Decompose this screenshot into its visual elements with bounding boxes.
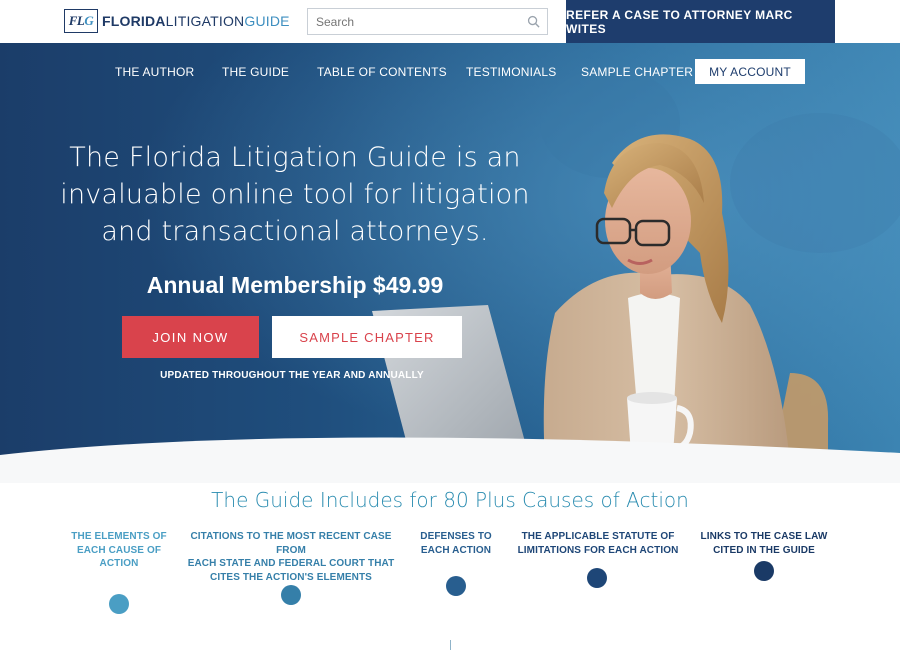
feature-dot [446, 576, 466, 596]
feature-dot [754, 561, 774, 581]
feature-line: THE ELEMENTS OF [71, 531, 167, 542]
feature-case-law-links: LINKS TO THE CASE LAW CITED IN THE GUIDE [692, 530, 836, 557]
feature-dot [109, 594, 129, 614]
join-now-button[interactable]: JOIN NOW [122, 316, 259, 358]
feature-line: THE APPLICABLE STATUTE OF [521, 531, 675, 542]
hero-woman-laptop-image [0, 43, 900, 483]
nav-the-guide[interactable]: THE GUIDE [222, 65, 289, 79]
feature-line: CITED IN THE GUIDE [713, 544, 815, 556]
search-input[interactable] [308, 9, 518, 34]
hero-headline-line: and transactional attorneys. [101, 216, 489, 247]
nav-my-account-button[interactable]: MY ACCOUNT [695, 59, 805, 84]
top-bar: FLG FLORIDALITIGATIONGUIDE REFER A CASE … [0, 0, 900, 43]
feature-line: DEFENSES TO [420, 531, 492, 542]
nav-table-of-contents[interactable]: TABLE OF CONTENTS [317, 65, 447, 79]
membership-price: Annual Membership $49.99 [146, 272, 444, 298]
hero-section [0, 43, 900, 483]
logo-mark: FL G [64, 9, 98, 33]
feature-dot [281, 585, 301, 605]
feature-elements: THE ELEMENTS OF EACH CAUSE OF ACTION [55, 530, 183, 571]
feature-dot [587, 568, 607, 588]
includes-title: The Guide Includes for 80 Plus Causes of… [211, 488, 689, 512]
logo-word-guide: GUIDE [244, 13, 290, 29]
feature-line: EACH ACTION [420, 544, 492, 556]
feature-line: EACH STATE AND FEDERAL COURT THAT [187, 558, 395, 569]
feature-citations: CITATIONS TO THE MOST RECENT CASE FROM E… [176, 530, 406, 584]
feature-line: EACH CAUSE OF [76, 544, 162, 556]
hero-headline-line: invaluable online tool for litigation [60, 179, 530, 210]
nav-the-author[interactable]: THE AUTHOR [115, 65, 194, 79]
search-box [307, 8, 548, 35]
search-icon[interactable] [527, 15, 540, 28]
feature-defenses: DEFENSES TO EACH ACTION [408, 530, 504, 557]
logo-wordmark: FLORIDALITIGATIONGUIDE [102, 13, 290, 29]
updated-note: UPDATED THROUGHOUT THE YEAR AND ANNUALLY [160, 370, 424, 381]
logo-word-florida: FLORIDA [102, 13, 166, 29]
feature-line: LINKS TO THE CASE LAW [700, 531, 828, 542]
nav-sample-chapter[interactable]: SAMPLE CHAPTER [581, 65, 693, 79]
sample-chapter-button[interactable]: SAMPLE CHAPTER [272, 316, 462, 358]
refer-case-button[interactable]: REFER A CASE TO ATTORNEY MARC WITES [566, 0, 835, 43]
feature-statute-of-limitations: THE APPLICABLE STATUTE OF LIMITATIONS FO… [512, 530, 684, 557]
site-logo[interactable]: FL G FLORIDALITIGATIONGUIDE [64, 9, 290, 33]
hero-headline: The Florida Litigation Guide is an inval… [60, 139, 530, 250]
hero-headline-line: The Florida Litigation Guide is an [69, 142, 521, 173]
logo-word-litigation: LITIGATION [165, 13, 245, 29]
feature-line: CITATIONS TO THE MOST RECENT CASE FROM [190, 531, 392, 556]
main-nav: THE AUTHOR THE GUIDE TABLE OF CONTENTS T… [0, 43, 900, 99]
feature-line: LIMITATIONS FOR EACH ACTION [517, 544, 679, 556]
feature-line: CITES THE ACTION'S ELEMENTS [210, 571, 372, 583]
scroll-indicator [450, 640, 451, 650]
nav-testimonials[interactable]: TESTIMONIALS [466, 65, 556, 79]
feature-line: ACTION [99, 558, 139, 569]
